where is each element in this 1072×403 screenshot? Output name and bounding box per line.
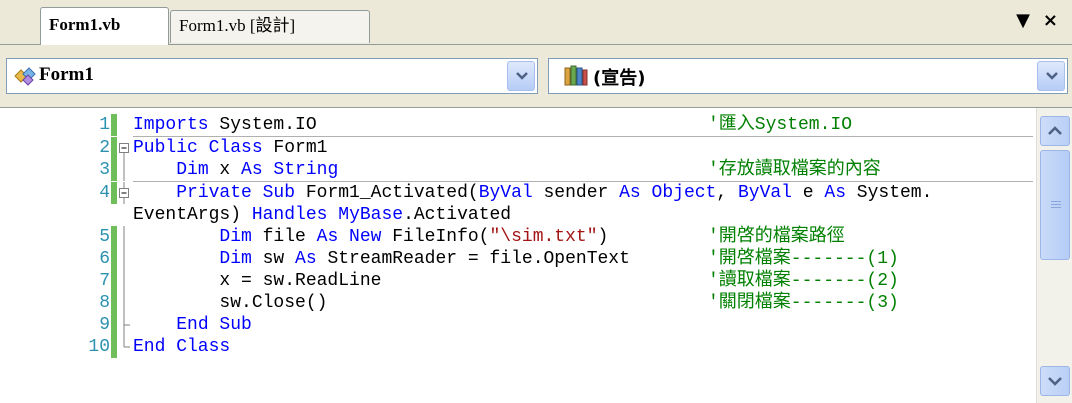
- code-line: 1 Imports System.IO '匯入System.IO: [0, 114, 1034, 136]
- scroll-down-button[interactable]: [1040, 366, 1070, 396]
- chevron-down-icon: [516, 72, 528, 80]
- class-name-combo[interactable]: Form1: [6, 58, 538, 94]
- line-number: 6: [99, 249, 110, 269]
- code-text: End Sub: [176, 315, 252, 335]
- code-text: Public Class Form1: [133, 138, 328, 158]
- line-number: 3: [99, 160, 110, 180]
- code-text: Dim sw As StreamReader = file.OpenText: [219, 249, 630, 269]
- tab-form1-code[interactable]: Form1.vb: [40, 7, 169, 45]
- code-text: sw.Close(): [133, 293, 328, 313]
- navigation-bar: Form1 (宣告): [0, 45, 1072, 108]
- close-icon[interactable]: ×: [1043, 10, 1058, 31]
- code-comment: '讀取檔案-------(2): [708, 271, 899, 291]
- collapse-icon[interactable]: [118, 137, 130, 159]
- class-name-value: Form1: [39, 64, 94, 85]
- code-editor[interactable]: 1 Imports System.IO '匯入System.IO 2 Publi…: [0, 108, 1034, 403]
- outline-guide: [123, 248, 125, 270]
- code-comment: '存放讀取檔案的內容: [708, 160, 881, 180]
- chevron-down-icon: [1046, 72, 1058, 80]
- outline-guide: [123, 292, 125, 314]
- code-line: 8 sw.Close() '關閉檔案-------(3): [0, 292, 1034, 314]
- code-text: Private Sub Form1_Activated(ByVal sender…: [176, 183, 933, 203]
- change-bar: [111, 114, 117, 136]
- line-number: 10: [88, 337, 110, 357]
- change-bar: [111, 336, 117, 358]
- code-comment: '匯入System.IO: [708, 115, 853, 135]
- member-name-value: (宣告): [593, 68, 646, 89]
- code-line: 2 Public Class Form1: [0, 137, 1034, 159]
- change-bar: [111, 314, 117, 336]
- code-line: 4 Private Sub Form1_Activated(ByVal send…: [0, 182, 1034, 204]
- code-text: End Class: [133, 337, 231, 357]
- chevron-down-icon: [1048, 377, 1062, 386]
- line-number: 9: [99, 315, 110, 335]
- chevron-up-icon: [1048, 126, 1062, 135]
- tab-list-dropdown-icon[interactable]: ▼: [1016, 10, 1030, 31]
- code-line: EventArgs) Handles MyBase.Activated: [0, 204, 1034, 226]
- scroll-up-button[interactable]: [1040, 116, 1070, 146]
- scroll-thumb[interactable]: [1040, 150, 1070, 260]
- code-editor-window: Form1.vb [設計] Form1.vb ▼ × Form1 (宣告) 1 …: [0, 0, 1072, 403]
- change-bar: [111, 182, 117, 204]
- change-bar: [111, 292, 117, 314]
- declarations-icon: [564, 65, 588, 86]
- outline-end-guide: [123, 336, 130, 348]
- line-number: 1: [99, 115, 110, 135]
- change-bar: [111, 270, 117, 292]
- code-comment: '開啓的檔案路徑: [708, 227, 845, 247]
- class-combo-dropdown-button[interactable]: [507, 61, 535, 91]
- code-line: 7 x = sw.ReadLine '讀取檔案-------(2): [0, 270, 1034, 292]
- code-text: Dim file As New FileInfo("\sim.txt"): [219, 227, 609, 247]
- document-tab-strip: Form1.vb [設計] Form1.vb ▼ ×: [0, 0, 1072, 45]
- change-bar: [111, 248, 117, 270]
- code-text: Imports System.IO: [133, 115, 317, 135]
- code-line: 6 Dim sw As StreamReader = file.OpenText…: [0, 248, 1034, 270]
- code-line: 10 End Class: [0, 336, 1034, 358]
- code-line: 9 End Sub: [0, 314, 1034, 336]
- line-number: 2: [99, 138, 110, 158]
- code-comment: '關閉檔案-------(3): [708, 293, 899, 313]
- vertical-scrollbar[interactable]: [1036, 108, 1072, 403]
- keyword: Imports: [133, 115, 209, 135]
- line-number: 7: [99, 271, 110, 291]
- code-text: Dim x As String: [176, 160, 339, 180]
- member-combo-dropdown-button[interactable]: [1037, 61, 1065, 91]
- collapse-icon[interactable]: [118, 182, 130, 204]
- change-bar: [111, 137, 117, 159]
- code-text: EventArgs) Handles MyBase.Activated: [133, 205, 512, 225]
- code-line: 3 Dim x As String '存放讀取檔案的內容: [0, 159, 1034, 181]
- outline-guide: [123, 226, 125, 248]
- line-number: 5: [99, 227, 110, 247]
- code-comment: '開啓檔案-------(1): [708, 249, 899, 269]
- code-line: 5 Dim file As New FileInfo("\sim.txt") '…: [0, 226, 1034, 248]
- class-icon: [14, 67, 36, 86]
- change-bar: [111, 226, 117, 248]
- code-text: x = sw.ReadLine: [133, 271, 382, 291]
- line-number: 8: [99, 293, 110, 313]
- outline-guide: [123, 270, 125, 292]
- change-bar: [111, 159, 117, 181]
- tab-form1-designer[interactable]: Form1.vb [設計]: [170, 10, 370, 43]
- outline-end-guide: [123, 314, 130, 336]
- member-name-combo[interactable]: (宣告): [548, 58, 1068, 94]
- line-number: 4: [99, 183, 110, 203]
- outline-guide: [123, 159, 125, 181]
